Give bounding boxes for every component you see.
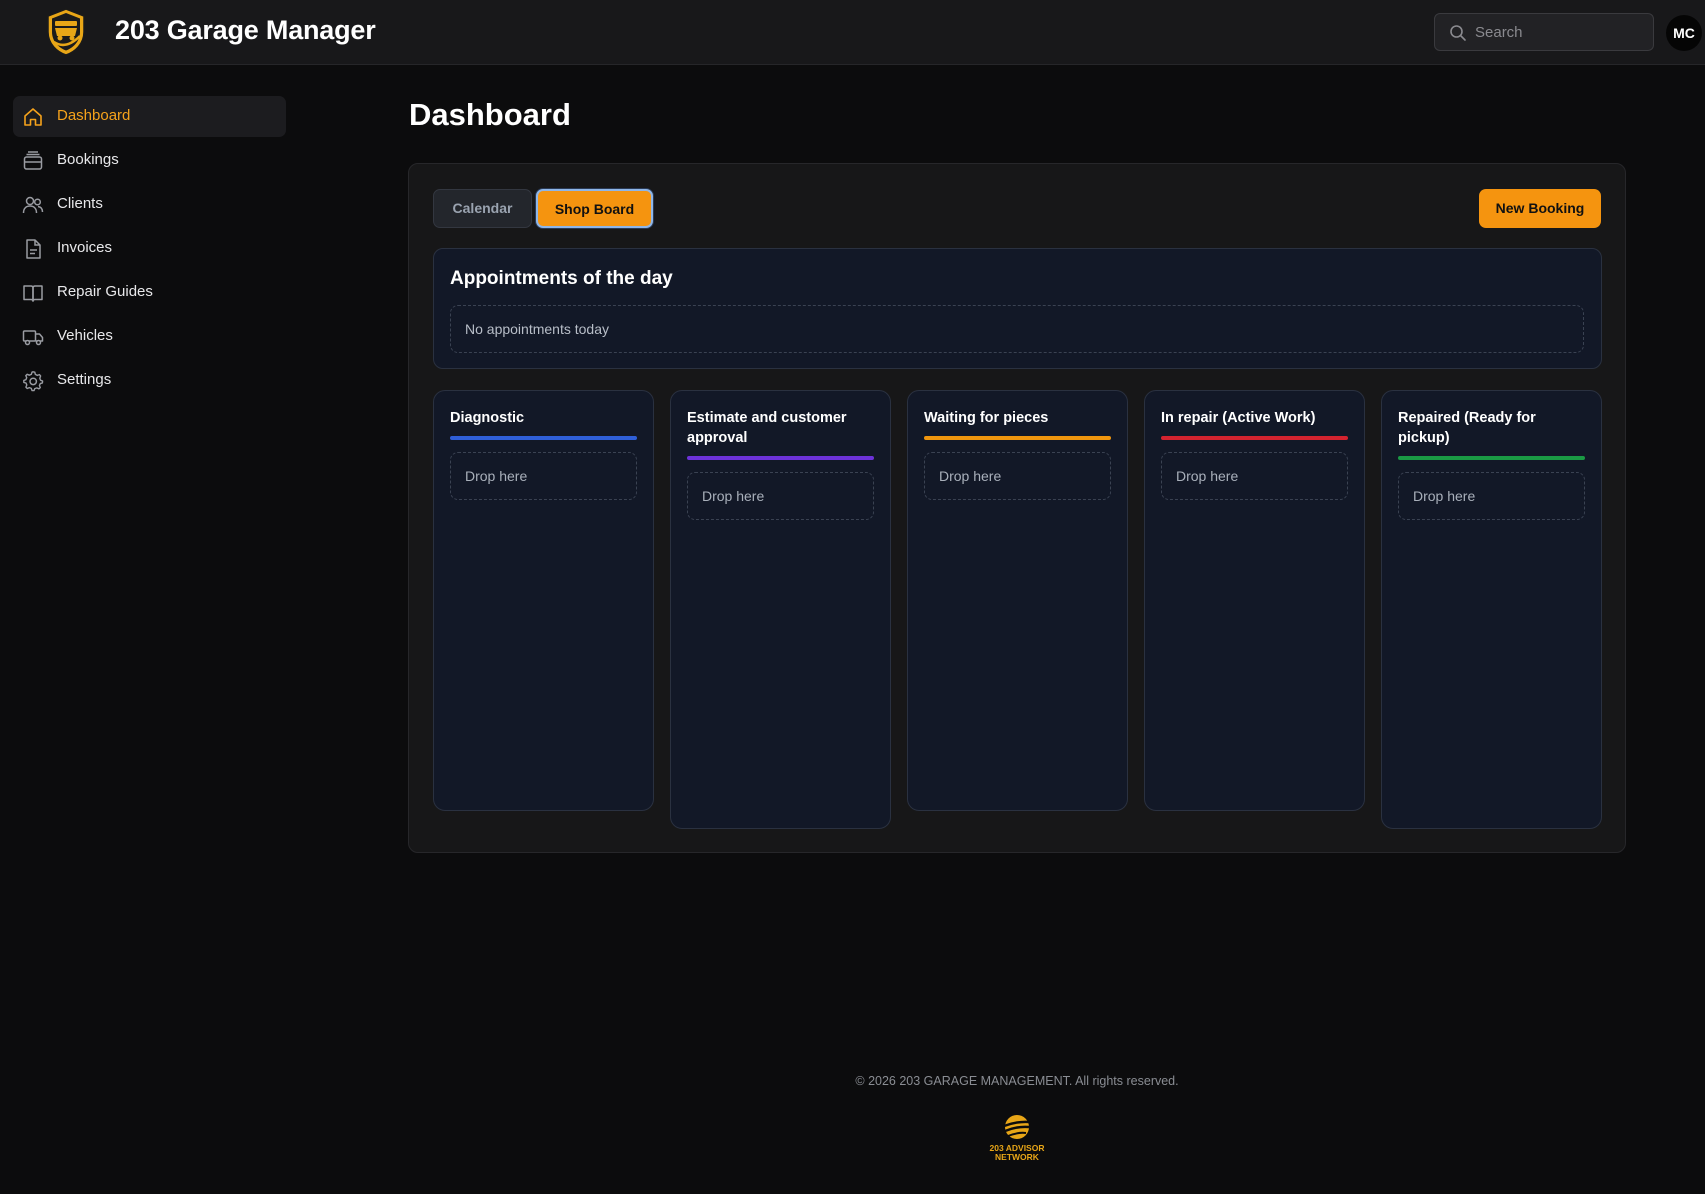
- footer-copyright: © 2026 203 GARAGE MANAGEMENT. All rights…: [855, 1074, 1179, 1088]
- sidebar-item-label: Settings: [57, 371, 112, 388]
- column-title: Estimate and customer approval: [687, 410, 847, 446]
- sidebar-item-invoices[interactable]: Invoices: [13, 228, 286, 269]
- appointments-title: Appointments of the day: [450, 268, 673, 289]
- column-title: Waiting for pieces: [924, 410, 1049, 426]
- sidebar-item-label: Repair Guides: [57, 283, 153, 300]
- appointments-card: Appointments of the day No appointments …: [433, 248, 1602, 369]
- drop-zone[interactable]: Drop here: [687, 472, 874, 520]
- top-bar: 203 Garage Manager MC: [0, 0, 1705, 65]
- drop-zone[interactable]: Drop here: [924, 452, 1111, 500]
- board-column-estimate: Estimate and customer approval Drop here: [670, 390, 891, 829]
- board-column-diagnostic: Diagnostic Drop here: [433, 390, 654, 811]
- search-icon: [1450, 25, 1466, 41]
- sidebar-item-label: Invoices: [57, 239, 113, 256]
- column-color-bar: [687, 456, 874, 460]
- garage-logo-icon[interactable]: [42, 6, 90, 58]
- bookings-icon: [23, 151, 43, 170]
- sidebar-nav: Dashboard Bookings Clients Invoices Repa…: [13, 96, 286, 404]
- column-title: Diagnostic: [450, 410, 525, 426]
- sidebar-item-dashboard[interactable]: Dashboard: [13, 96, 286, 137]
- sidebar-item-label: Bookings: [57, 151, 119, 168]
- document-icon: [26, 239, 41, 259]
- sidebar-item-settings[interactable]: Settings: [13, 360, 286, 401]
- page-title: Dashboard: [409, 97, 571, 132]
- board-column-in-repair: In repair (Active Work) Drop here: [1144, 390, 1365, 811]
- user-avatar[interactable]: MC: [1666, 15, 1702, 51]
- column-color-bar: [1161, 436, 1348, 440]
- sidebar-item-label: Dashboard: [57, 107, 131, 124]
- truck-icon: [22, 330, 44, 346]
- column-color-bar: [450, 436, 637, 440]
- tab-calendar[interactable]: Calendar: [433, 189, 532, 228]
- column-color-bar: [1398, 456, 1585, 460]
- drop-zone[interactable]: Drop here: [1398, 472, 1585, 520]
- sidebar-item-clients[interactable]: Clients: [13, 184, 286, 225]
- users-icon: [22, 196, 44, 214]
- sidebar-item-label: Vehicles: [57, 327, 113, 344]
- tab-shop-board[interactable]: Shop Board: [536, 189, 653, 228]
- drop-zone[interactable]: Drop here: [450, 452, 637, 500]
- search-input[interactable]: [1475, 14, 1645, 50]
- column-color-bar: [924, 436, 1111, 440]
- sidebar-item-repair-guides[interactable]: Repair Guides: [13, 272, 286, 313]
- home-icon: [24, 108, 42, 126]
- shop-board-panel: Calendar Shop Board New Booking Appointm…: [408, 163, 1626, 853]
- appointments-empty-state: No appointments today: [450, 305, 1584, 353]
- column-title: Repaired (Ready for pickup): [1398, 410, 1536, 446]
- book-icon: [23, 285, 43, 302]
- board-column-waiting-pieces: Waiting for pieces Drop here: [907, 390, 1128, 811]
- board-column-repaired: Repaired (Ready for pickup) Drop here: [1381, 390, 1602, 829]
- sidebar-item-bookings[interactable]: Bookings: [13, 140, 286, 181]
- new-booking-button[interactable]: New Booking: [1479, 189, 1601, 228]
- drop-zone[interactable]: Drop here: [1161, 452, 1348, 500]
- gear-icon: [23, 371, 44, 392]
- sidebar-item-vehicles[interactable]: Vehicles: [13, 316, 286, 357]
- search-box[interactable]: [1434, 13, 1654, 51]
- app-title: 203 Garage Manager: [115, 15, 376, 45]
- column-title: In repair (Active Work): [1161, 410, 1316, 426]
- footer-logo-text: 203 ADVISOR NETWORK: [989, 1143, 1045, 1162]
- sidebar-item-label: Clients: [57, 195, 103, 212]
